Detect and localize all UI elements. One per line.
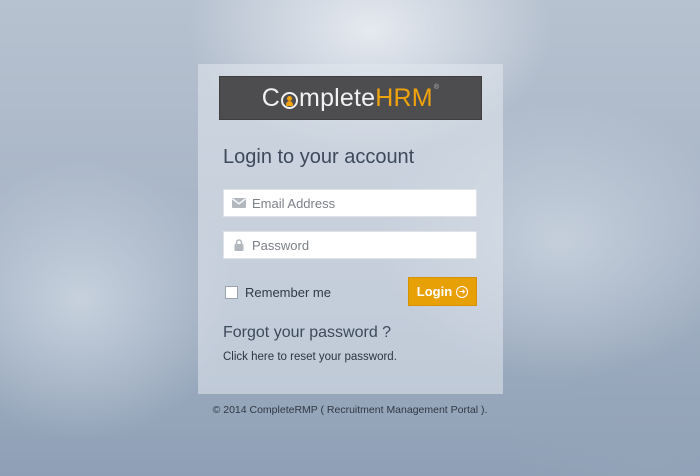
lock-icon	[226, 239, 252, 251]
email-input[interactable]	[252, 195, 472, 211]
login-panel: CmpleteHRM® Login to your account Rememb…	[198, 64, 503, 394]
logo-text-hrm: HRM	[375, 83, 433, 112]
page-title: Login to your account	[223, 146, 415, 168]
forgot-password-title: Forgot your password ?	[223, 324, 392, 341]
logo-text-a: C	[261, 83, 281, 112]
forgot-text-after: to reset your password.	[277, 351, 397, 363]
remember-me[interactable]: Remember me	[225, 285, 331, 300]
reset-password-link[interactable]: here	[251, 351, 274, 363]
forgot-text-before: Click	[223, 351, 248, 363]
email-field[interactable]	[223, 189, 477, 217]
envelope-icon	[226, 198, 252, 208]
login-button-label: Login	[416, 284, 453, 299]
registered-mark: ®	[433, 83, 440, 91]
forgot-password-text: Click here to reset your password.	[223, 351, 397, 363]
footer-copyright: © 2014 CompleteRMP ( Recruitment Managem…	[212, 404, 488, 416]
password-input[interactable]	[252, 237, 472, 253]
person-icon	[281, 91, 299, 109]
login-button[interactable]: Login ➜	[408, 277, 477, 306]
logo-text-b: mplete	[299, 83, 376, 112]
arrow-circle-right-icon: ➜	[456, 285, 469, 298]
remember-me-label: Remember me	[245, 285, 331, 300]
complete-hrm-logo: Cmplete HRM ®	[219, 76, 482, 120]
remember-me-checkbox[interactable]	[225, 286, 238, 299]
password-field[interactable]	[223, 231, 477, 259]
